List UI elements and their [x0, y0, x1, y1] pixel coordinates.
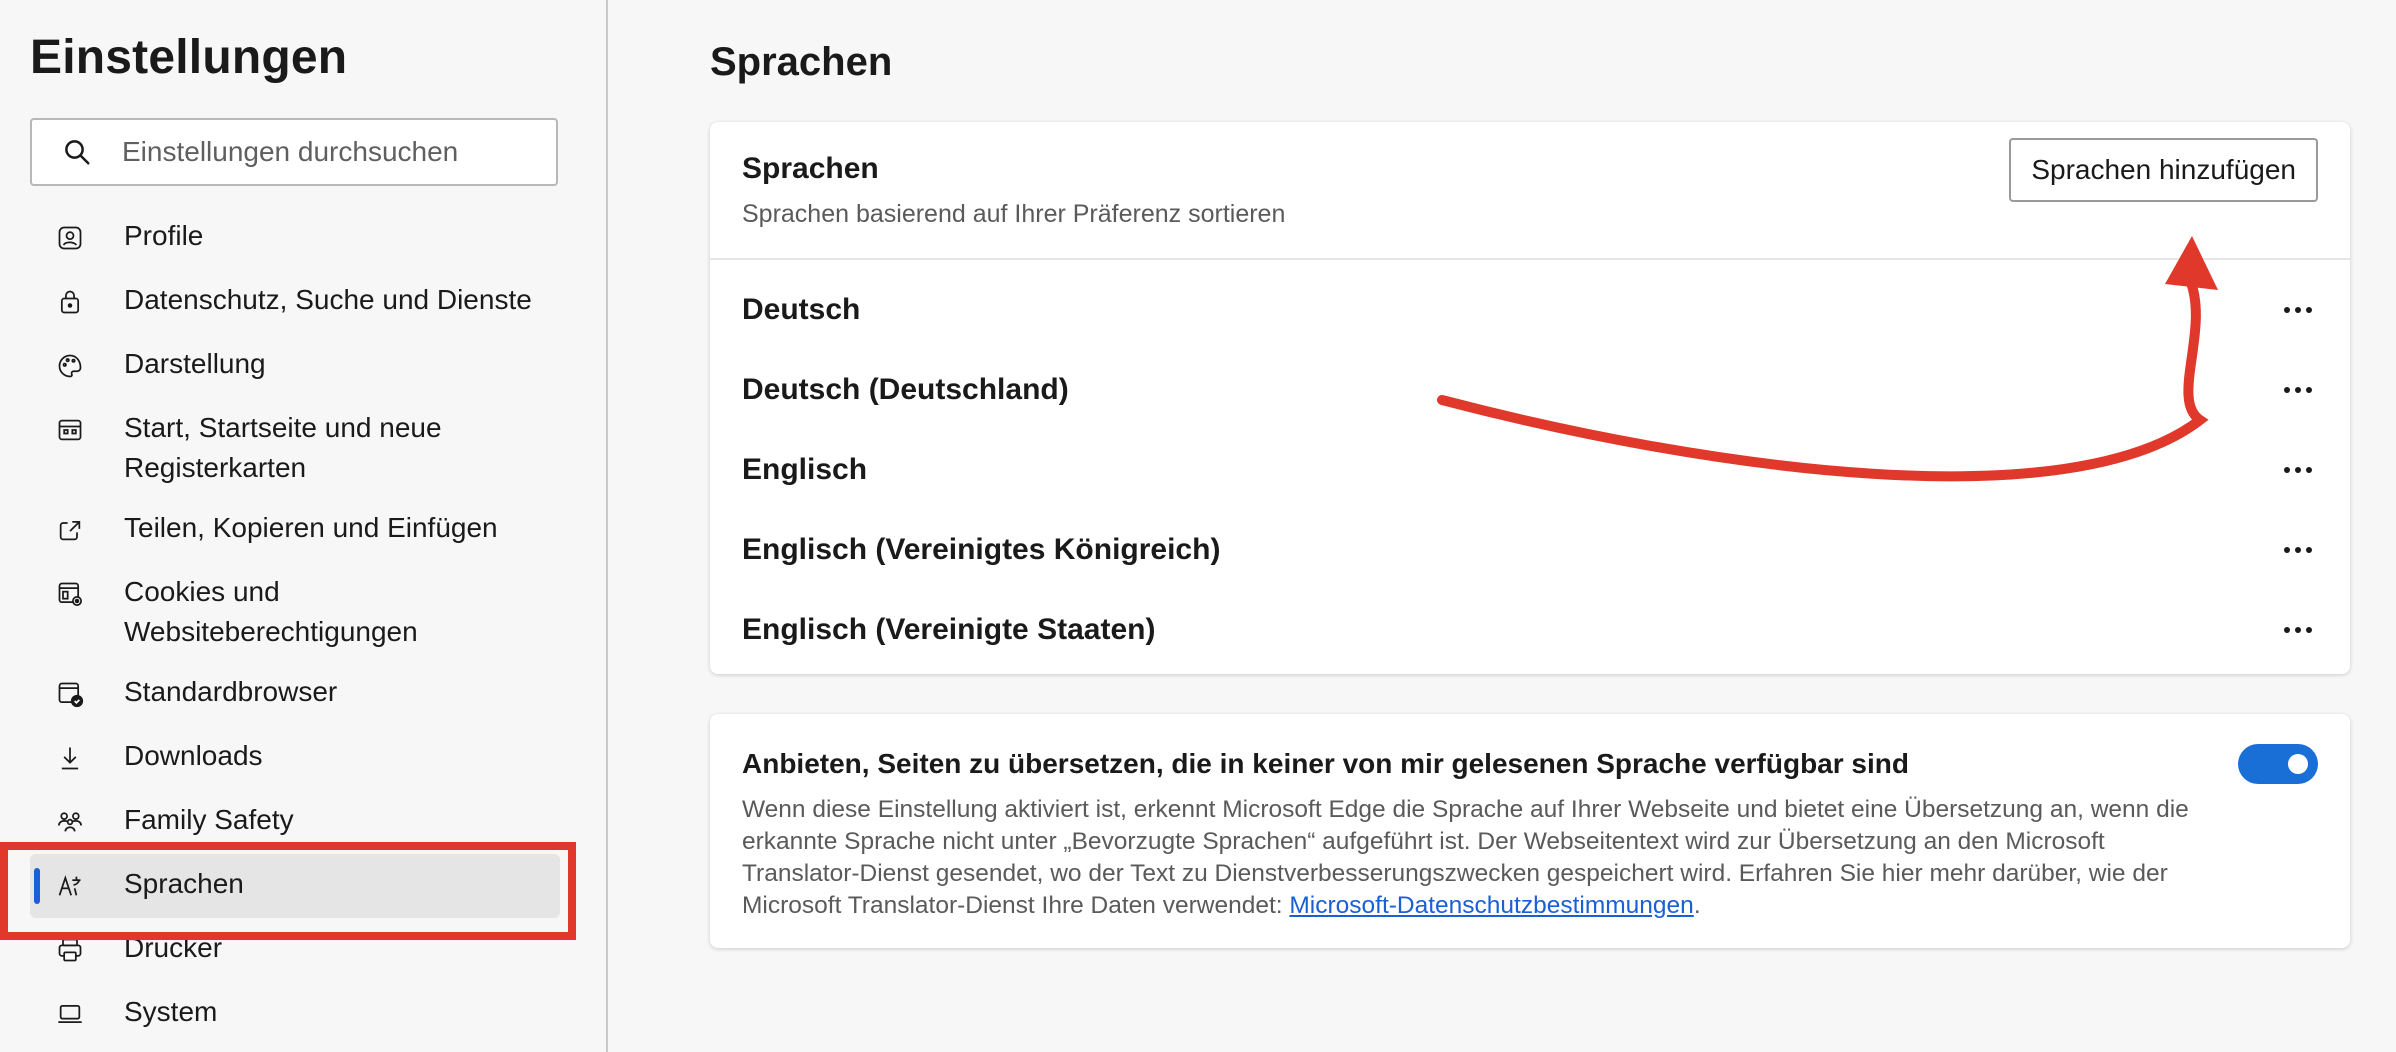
- translate-toggle[interactable]: [2238, 744, 2318, 784]
- more-options-icon[interactable]: [2278, 610, 2318, 650]
- more-options-icon[interactable]: [2278, 370, 2318, 410]
- main-content: Sprachen Sprachen Sprachen basierend auf…: [610, 0, 2396, 1052]
- printer-icon: [30, 928, 84, 972]
- sidebar-item-appearance[interactable]: Darstellung: [30, 334, 560, 398]
- language-row: Deutsch (Deutschland): [710, 350, 2350, 430]
- sidebar-item-privacy[interactable]: Datenschutz, Suche und Dienste: [30, 270, 560, 334]
- language-row: Deutsch: [710, 270, 2350, 350]
- profile-icon: [30, 216, 84, 260]
- description-end: .: [1693, 892, 1701, 919]
- default-browser-icon: [30, 672, 84, 716]
- more-options-icon[interactable]: [2278, 530, 2318, 570]
- sidebar-item-languages[interactable]: Sprachen: [30, 854, 560, 918]
- languages-card-header: Sprachen Sprachen basierend auf Ihrer Pr…: [710, 122, 2350, 260]
- sidebar-item-start[interactable]: Start, Startseite und neue Registerkarte…: [30, 398, 560, 498]
- languages-card-subtitle: Sprachen basierend auf Ihrer Präferenz s…: [742, 200, 1286, 228]
- toggle-knob: [2288, 754, 2308, 774]
- languages-icon: [30, 864, 84, 908]
- download-icon: [30, 736, 84, 780]
- sidebar-item-label: Drucker: [124, 932, 223, 963]
- sidebar-item-label: Darstellung: [124, 348, 266, 379]
- sidebar-item-label: System: [124, 996, 218, 1027]
- sidebar-item-label: Datenschutz, Suche und Dienste: [124, 284, 532, 315]
- sidebar-item-label: Sprachen: [124, 868, 244, 899]
- privacy-statement-link[interactable]: Microsoft-Datenschutzbestimmungen: [1289, 892, 1693, 919]
- languages-card: Sprachen Sprachen basierend auf Ihrer Pr…: [710, 122, 2350, 674]
- more-options-icon[interactable]: [2278, 450, 2318, 490]
- language-name: Englisch (Vereinigte Staaten): [742, 613, 1156, 646]
- laptop-icon: [30, 992, 84, 1036]
- language-name: Englisch (Vereinigtes Königreich): [742, 533, 1221, 566]
- sidebar-item-label: Family Safety: [124, 804, 294, 835]
- more-options-icon[interactable]: [2278, 290, 2318, 330]
- sidebar-title: Einstellungen: [30, 31, 348, 84]
- language-row: Englisch: [710, 430, 2350, 510]
- sidebar-item-share[interactable]: Teilen, Kopieren und Einfügen: [30, 498, 560, 562]
- sidebar-item-cookies[interactable]: Cookies und Websiteberechtigungen: [30, 562, 560, 662]
- cookies-icon: [30, 572, 84, 616]
- language-row: Englisch (Vereinigte Staaten): [710, 590, 2350, 670]
- family-icon: [30, 800, 84, 844]
- lock-icon: [30, 280, 84, 324]
- language-list: Deutsch Deutsch (Deutschland) Englisch E…: [710, 270, 2350, 670]
- sidebar-nav: Profile Datenschutz, Suche und Dienste D…: [30, 206, 560, 1046]
- translate-setting-title: Anbieten, Seiten zu übersetzen, die in k…: [742, 748, 1909, 779]
- sidebar-item-label: Standardbrowser: [124, 676, 338, 707]
- sidebar-item-profile[interactable]: Profile: [30, 206, 560, 270]
- sidebar-item-family-safety[interactable]: Family Safety: [30, 790, 560, 854]
- sidebar-item-downloads[interactable]: Downloads: [30, 726, 560, 790]
- language-name: Englisch: [742, 453, 868, 486]
- share-icon: [30, 508, 84, 552]
- language-name: Deutsch: [742, 293, 861, 326]
- sidebar-item-system[interactable]: System: [30, 982, 560, 1046]
- palette-icon: [30, 344, 84, 388]
- add-languages-button[interactable]: Sprachen hinzufügen: [2009, 138, 2318, 202]
- search-icon: [32, 137, 122, 167]
- sidebar-item-printers[interactable]: Drucker: [30, 918, 560, 982]
- search-placeholder: Einstellungen durchsuchen: [122, 136, 459, 167]
- sidebar-item-default-browser[interactable]: Standardbrowser: [30, 662, 560, 726]
- sidebar-item-label: Downloads: [124, 740, 263, 771]
- sidebar-item-label: Profile: [124, 220, 204, 251]
- languages-card-title: Sprachen: [742, 152, 879, 185]
- home-tabs-icon: [30, 408, 84, 452]
- sidebar-item-label: Cookies und Websiteberechtigungen: [124, 576, 418, 647]
- translate-offer-card: Anbieten, Seiten zu übersetzen, die in k…: [710, 714, 2350, 948]
- sidebar: Einstellungen Einstellungen durchsuchen …: [0, 0, 608, 1052]
- language-row: Englisch (Vereinigtes Königreich): [710, 510, 2350, 590]
- translate-setting-description: Wenn diese Einstellung aktiviert ist, er…: [742, 794, 2222, 922]
- search-input[interactable]: Einstellungen durchsuchen: [30, 118, 558, 186]
- sidebar-item-label: Start, Startseite und neue Registerkarte…: [124, 412, 442, 483]
- page-title: Sprachen: [710, 40, 893, 84]
- sidebar-item-label: Teilen, Kopieren und Einfügen: [124, 512, 498, 543]
- language-name: Deutsch (Deutschland): [742, 373, 1069, 406]
